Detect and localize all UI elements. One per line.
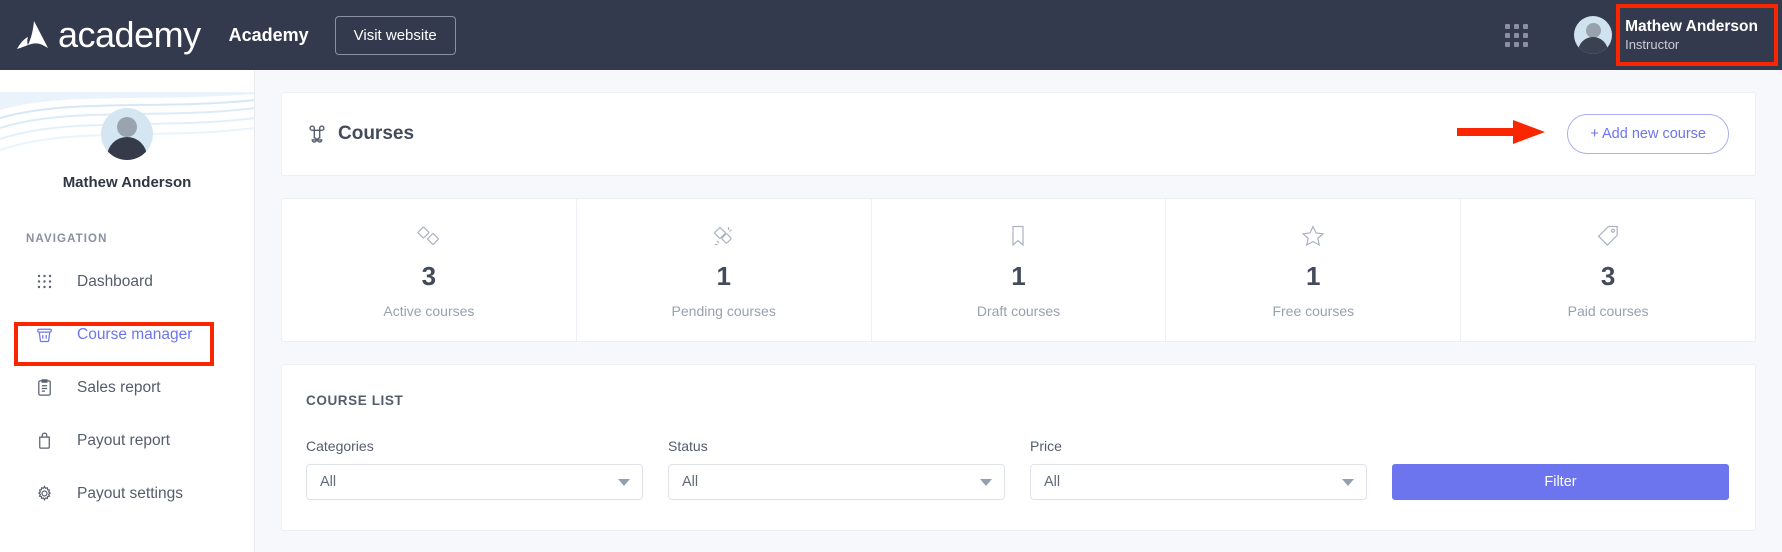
chevron-down-icon xyxy=(1342,479,1354,486)
stat-label: Pending courses xyxy=(672,303,776,319)
command-icon xyxy=(306,123,328,145)
basket-icon xyxy=(33,324,55,346)
filter-button[interactable]: Filter xyxy=(1392,464,1729,500)
red-arrow-icon xyxy=(1457,119,1545,150)
sidebar-item-dashboard[interactable]: Dashboard xyxy=(0,255,254,308)
stat-card-active-courses[interactable]: 3 Active courses xyxy=(282,199,577,341)
page-title-text: Courses xyxy=(338,123,414,145)
user-role: Instructor xyxy=(1625,37,1758,53)
stat-card-draft-courses[interactable]: 1 Draft courses xyxy=(872,199,1167,341)
course-filters: Categories All Status All Price xyxy=(306,438,1729,500)
filter-label: Status xyxy=(668,438,1005,454)
sidebar-item-label: Payout settings xyxy=(77,485,183,503)
stat-value: 3 xyxy=(1601,261,1615,292)
price-select[interactable]: All xyxy=(1030,464,1367,500)
status-select[interactable]: All xyxy=(668,464,1005,500)
bookmark-icon xyxy=(1005,221,1031,251)
user-profile-menu[interactable]: Mathew Anderson Instructor xyxy=(1560,0,1776,70)
stat-label: Free courses xyxy=(1272,303,1354,319)
top-bar: academy Academy Visit website Mathew And… xyxy=(0,0,1782,70)
visit-website-button[interactable]: Visit website xyxy=(335,16,456,55)
stat-value: 3 xyxy=(422,261,436,292)
categories-select[interactable]: All xyxy=(306,464,643,500)
page-title: Courses xyxy=(306,123,414,145)
course-list-title: COURSE LIST xyxy=(306,393,1729,408)
sidebar-item-label: Dashboard xyxy=(77,273,153,291)
sidebar-item-payout-settings[interactable]: Payout settings xyxy=(0,467,254,520)
sidebar-item-sales-report[interactable]: Sales report xyxy=(0,361,254,414)
user-name: Mathew Anderson xyxy=(1625,17,1758,36)
categories-select-value: All xyxy=(320,474,336,490)
diamonds-icon xyxy=(416,221,442,251)
sidebar-profile-name: Mathew Anderson xyxy=(0,174,254,191)
sidebar-item-label: Course manager xyxy=(77,326,192,344)
sidebar-item-label: Payout report xyxy=(77,432,170,450)
stat-label: Paid courses xyxy=(1568,303,1649,319)
clipboard-list-icon xyxy=(33,377,55,399)
courses-header-actions: + Add new course xyxy=(1457,114,1729,154)
stat-card-paid-courses[interactable]: 3 Paid courses xyxy=(1461,199,1755,341)
stat-value: 1 xyxy=(1011,261,1025,292)
sidebar-item-payout-report[interactable]: Payout report xyxy=(0,414,254,467)
page-root: academy Academy Visit website Mathew And… xyxy=(0,0,1782,552)
grid-dots-icon xyxy=(33,271,55,293)
filter-field-categories: Categories All xyxy=(306,438,643,500)
user-meta: Mathew Anderson Instructor xyxy=(1625,17,1758,53)
sparkle-diamond-icon xyxy=(711,221,737,251)
bag-icon xyxy=(33,430,55,452)
filter-label: Categories xyxy=(306,438,643,454)
tag-icon xyxy=(1595,221,1621,251)
topbar-right: Mathew Anderson Instructor xyxy=(1505,0,1782,70)
sidebar-profile: Mathew Anderson xyxy=(0,70,254,191)
nav-heading: NAVIGATION xyxy=(26,233,254,245)
course-list-panel: COURSE LIST Categories All Status All xyxy=(281,364,1756,531)
stat-value: 1 xyxy=(716,261,730,292)
chevron-down-icon xyxy=(980,479,992,486)
course-stats-panel: 3 Active courses 1 Pending courses xyxy=(281,198,1756,342)
brand-label: Academy xyxy=(229,25,309,46)
filter-label: Price xyxy=(1030,438,1367,454)
stat-card-pending-courses[interactable]: 1 Pending courses xyxy=(577,199,872,341)
courses-header-panel: Courses + Add new course xyxy=(281,92,1756,176)
stat-label: Draft courses xyxy=(977,303,1060,319)
brand-logo[interactable]: academy xyxy=(14,17,201,53)
sidebar-avatar xyxy=(101,108,153,160)
sidebar-item-label: Sales report xyxy=(77,379,161,397)
stat-value: 1 xyxy=(1306,261,1320,292)
stat-label: Active courses xyxy=(383,303,474,319)
main-content: Courses + Add new course 3 xyxy=(255,70,1782,552)
avatar xyxy=(1574,16,1612,54)
star-icon xyxy=(1300,221,1326,251)
add-new-course-button[interactable]: + Add new course xyxy=(1567,114,1729,154)
gear-icon xyxy=(33,483,55,505)
filter-field-price: Price All xyxy=(1030,438,1367,500)
sidebar-item-course-manager[interactable]: Course manager xyxy=(0,308,254,361)
stat-card-free-courses[interactable]: 1 Free courses xyxy=(1166,199,1461,341)
filter-field-status: Status All xyxy=(668,438,1005,500)
price-select-value: All xyxy=(1044,474,1060,490)
status-select-value: All xyxy=(682,474,698,490)
sidebar: Mathew Anderson NAVIGATION Dashboard xyxy=(0,70,255,552)
chevron-down-icon xyxy=(618,479,630,486)
sidebar-nav: Dashboard Course manager xyxy=(0,255,254,520)
brand-wordmark: academy xyxy=(58,17,201,53)
grid-dots-icon[interactable] xyxy=(1505,24,1528,47)
academy-logo-icon xyxy=(14,18,54,52)
